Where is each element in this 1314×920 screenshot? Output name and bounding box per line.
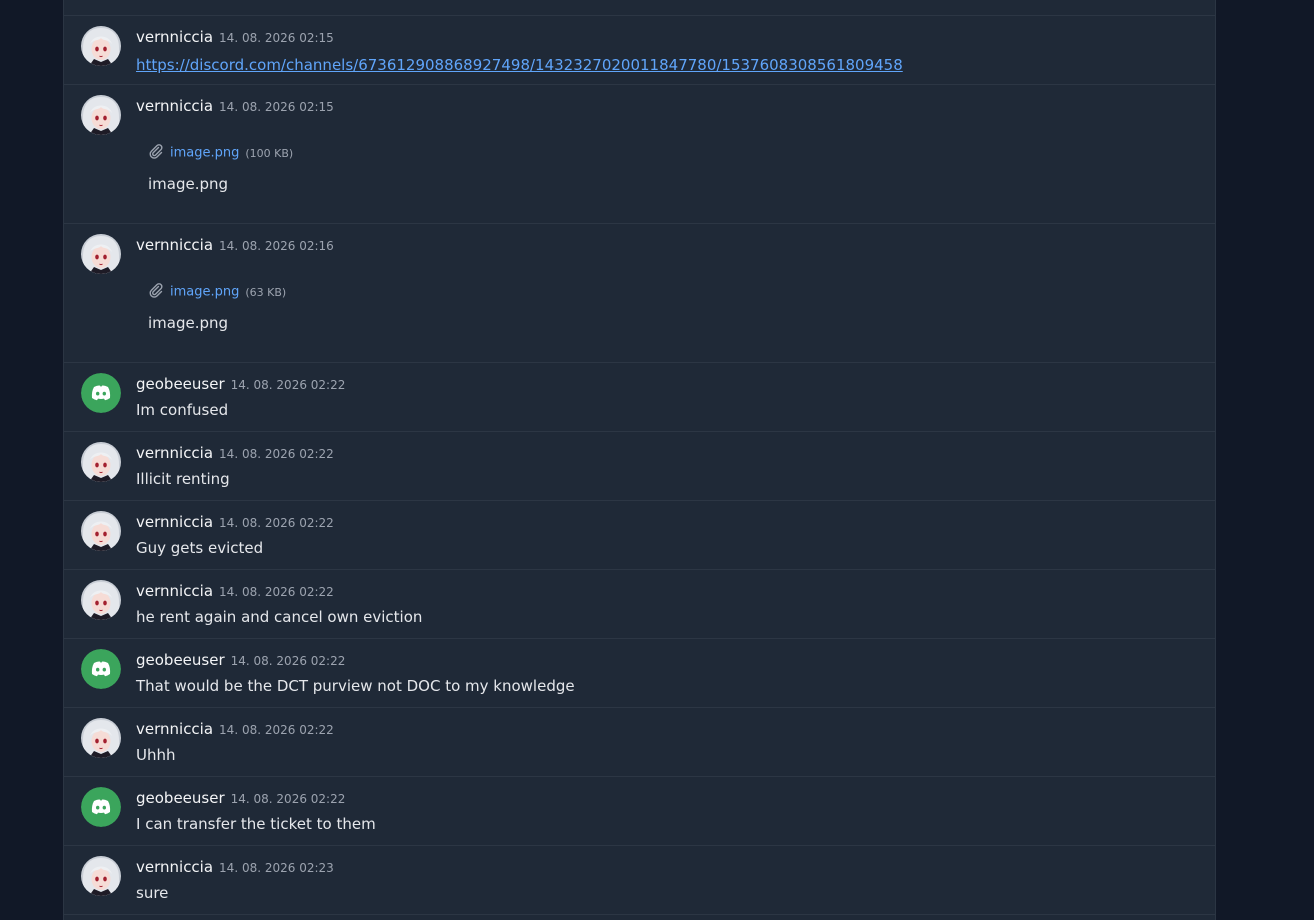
message-header: vernniccia 14. 08. 2026 02:22 <box>136 443 334 462</box>
message-header: vernniccia 14. 08. 2026 02:15 <box>136 27 334 46</box>
author-name[interactable]: geobeeuser <box>136 375 225 393</box>
message-text: I can transfer the ticket to them <box>136 815 376 833</box>
anime-avatar-icon <box>81 26 121 66</box>
message-item: vernniccia 14. 08. 2026 02:15 https://dis… <box>64 15 1215 85</box>
message-item: vernniccia 14. 08. 2026 02:22 he rent aga… <box>64 569 1215 639</box>
message-text: Im confused <box>136 401 229 419</box>
message-item: geobeeuser 14. 08. 2026 02:22 That would … <box>64 638 1215 708</box>
message-timestamp: 14. 08. 2026 02:22 <box>230 378 346 392</box>
message-header: vernniccia 14. 08. 2026 02:16 <box>136 235 334 254</box>
message-timestamp: 14. 08. 2026 02:15 <box>219 31 334 45</box>
paperclip-icon <box>148 143 164 163</box>
message-text: Illicit renting <box>136 470 230 488</box>
message-item: vernniccia 14. 08. 2026 02:15 image.png (1… <box>64 84 1215 224</box>
message-timestamp: 14. 08. 2026 02:22 <box>219 723 334 737</box>
paperclip-icon <box>148 282 164 302</box>
anime-avatar-icon <box>81 511 121 551</box>
anime-avatar-icon <box>81 718 121 758</box>
message-item: vernniccia 14. 08. 2026 02:22 Illicit ren… <box>64 431 1215 501</box>
attachment-filename[interactable]: image.png <box>170 285 239 300</box>
message-timestamp: 14. 08. 2026 02:16 <box>219 239 334 253</box>
message-timestamp: 14. 08. 2026 02:22 <box>230 792 346 806</box>
attachment-filename[interactable]: image.png <box>170 146 239 161</box>
author-name[interactable]: vernniccia <box>136 97 213 115</box>
attachment-size: (63 KB) <box>245 285 287 299</box>
author-name[interactable]: geobeeuser <box>136 651 225 669</box>
anime-avatar-icon <box>81 95 121 135</box>
message-divider <box>64 914 1215 920</box>
attachment-caption: image.png <box>148 314 229 332</box>
message-header: geobeeuser 14. 08. 2026 02:22 <box>136 650 345 669</box>
message-item: vernniccia 14. 08. 2026 02:16 image.png (6… <box>64 223 1215 363</box>
message-link-container: https://discord.com/channels/67361290886… <box>136 56 903 74</box>
author-name[interactable]: vernniccia <box>136 28 213 46</box>
message-header: geobeeuser 14. 08. 2026 02:22 <box>136 788 345 807</box>
attachment-caption: image.png <box>148 175 229 193</box>
author-name[interactable]: vernniccia <box>136 236 213 254</box>
message-item: geobeeuser 14. 08. 2026 02:22 I can trans… <box>64 776 1215 846</box>
author-name[interactable]: vernniccia <box>136 858 213 876</box>
message-text: sure <box>136 884 169 902</box>
message-item: geobeeuser 14. 08. 2026 02:22 Im confused <box>64 362 1215 432</box>
message-text: That would be the DCT purview not DOC to… <box>136 677 575 695</box>
message-header: geobeeuser 14. 08. 2026 02:22 <box>136 374 345 393</box>
message-timestamp: 14. 08. 2026 02:22 <box>219 447 334 461</box>
anime-avatar-icon <box>81 580 121 620</box>
message-timestamp: 14. 08. 2026 02:23 <box>219 861 334 875</box>
message-link[interactable]: https://discord.com/channels/67361290886… <box>136 56 903 74</box>
message-header: vernniccia 14. 08. 2026 02:22 <box>136 719 334 738</box>
message-timestamp: 14. 08. 2026 02:15 <box>219 100 334 114</box>
author-name[interactable]: vernniccia <box>136 513 213 531</box>
chat-transcript: vernniccia 14. 08. 2026 02:15 https://dis… <box>63 0 1216 920</box>
message-item: vernniccia 14. 08. 2026 02:22 Guy gets ev… <box>64 500 1215 570</box>
author-name[interactable]: geobeeuser <box>136 789 225 807</box>
author-name[interactable]: vernniccia <box>136 582 213 600</box>
anime-avatar-icon <box>81 442 121 482</box>
message-text: Uhhh <box>136 746 176 764</box>
discord-logo-icon <box>81 649 121 689</box>
discord-logo-icon <box>81 373 121 413</box>
author-name[interactable]: vernniccia <box>136 720 213 738</box>
message-header: vernniccia 14. 08. 2026 02:23 <box>136 857 334 876</box>
attachment-size: (100 KB) <box>245 146 294 160</box>
message-text: Guy gets evicted <box>136 539 264 557</box>
anime-avatar-icon <box>81 234 121 274</box>
message-header: vernniccia 14. 08. 2026 02:15 <box>136 96 334 115</box>
attachment: image.png (100 KB) <box>148 143 293 163</box>
message-timestamp: 14. 08. 2026 02:22 <box>230 654 346 668</box>
message-timestamp: 14. 08. 2026 02:22 <box>219 585 334 599</box>
message-timestamp: 14. 08. 2026 02:22 <box>219 516 334 530</box>
anime-avatar-icon <box>81 856 121 896</box>
author-name[interactable]: vernniccia <box>136 444 213 462</box>
attachment: image.png (63 KB) <box>148 282 286 302</box>
discord-logo-icon <box>81 787 121 827</box>
message-text: he rent again and cancel own eviction <box>136 608 423 626</box>
message-header: vernniccia 14. 08. 2026 02:22 <box>136 512 334 531</box>
message-item: vernniccia 14. 08. 2026 02:23 sure <box>64 845 1215 915</box>
message-header: vernniccia 14. 08. 2026 02:22 <box>136 581 334 600</box>
message-item: vernniccia 14. 08. 2026 02:22 Uhhh <box>64 707 1215 777</box>
